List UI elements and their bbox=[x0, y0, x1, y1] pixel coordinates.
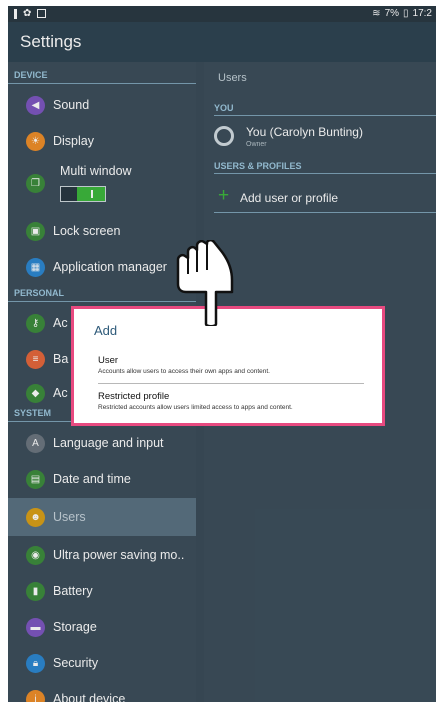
dialog-option-restricted-profile[interactable]: Restricted profile Restricted accounts a… bbox=[98, 391, 366, 411]
dialog-title: Add bbox=[94, 323, 118, 338]
option-title: Restricted profile bbox=[98, 391, 170, 402]
pointing-hand-icon bbox=[176, 240, 234, 326]
option-description: Restricted accounts allow users limited … bbox=[98, 404, 293, 411]
dialog-option-user[interactable]: User Accounts allow users to access thei… bbox=[98, 355, 366, 375]
option-description: Accounts allow users to access their own… bbox=[98, 368, 270, 375]
option-title: User bbox=[98, 355, 119, 366]
dialog-separator bbox=[98, 383, 364, 384]
